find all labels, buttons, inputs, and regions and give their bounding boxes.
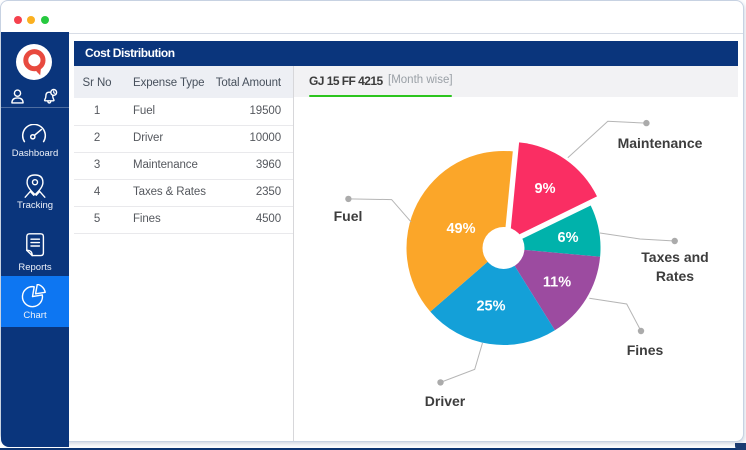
svg-text:9%: 9% bbox=[535, 181, 556, 197]
svg-text:11%: 11% bbox=[543, 275, 571, 291]
svg-text:6%: 6% bbox=[558, 230, 579, 246]
svg-text:49%: 49% bbox=[446, 221, 475, 237]
svg-text:25%: 25% bbox=[476, 299, 505, 315]
